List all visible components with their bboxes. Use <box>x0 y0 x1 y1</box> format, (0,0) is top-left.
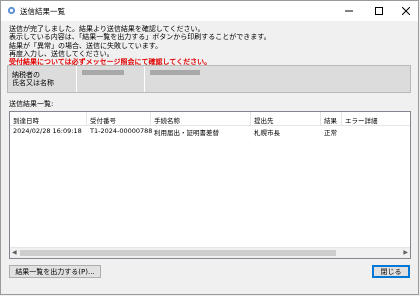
column-header[interactable]: 到達日時 <box>13 115 39 125</box>
completion-message: 送信が完了しました。結果より送信結果を確認してください。 表示している内容は、「… <box>9 25 271 66</box>
cell-datetime: 2024/02/28 16:09:18 <box>13 127 82 135</box>
scrollbar-thumb[interactable] <box>20 250 336 256</box>
close-button[interactable]: 閉じる <box>372 265 410 278</box>
column-header[interactable]: 受付番号 <box>90 115 116 125</box>
minimize-icon <box>345 10 353 12</box>
app-icon <box>7 6 16 15</box>
divider <box>144 66 145 92</box>
result-list-window: 送信結果一覧 送信が完了しました。結果より送信結果を確認してください。 表示して… <box>0 0 419 295</box>
results-listview[interactable]: 到達日時 受付番号 手続名称 提出先 結果 エラー詳細 2024/02/28 1… <box>9 111 411 259</box>
maximize-button[interactable] <box>365 1 393 21</box>
message-line: 結果が「異常」の場合、送信に失敗しています。 <box>9 41 163 50</box>
divider <box>150 112 151 125</box>
column-header[interactable]: 手続名称 <box>154 115 180 125</box>
message-line: 再度入力し、送信してください。 <box>9 49 114 58</box>
divider <box>76 66 77 92</box>
cell-receipt-no: T1-2024-00000788 <box>90 127 153 135</box>
payer-label: 納税者の 氏名又は名称 <box>12 71 54 87</box>
results-label: 送信結果一覧: <box>9 100 54 108</box>
maximize-icon <box>375 7 383 15</box>
divider <box>250 112 251 125</box>
table-row[interactable]: 2024/02/28 16:09:18 T1-2024-00000788 利用届… <box>10 126 410 137</box>
close-window-button[interactable] <box>392 1 420 21</box>
divider <box>341 112 342 125</box>
cell-procedure: 利用届出・証明書差替 <box>154 129 219 137</box>
results-header: 到達日時 受付番号 手続名称 提出先 結果 エラー詳細 <box>10 112 410 126</box>
message-line: 表示している内容は、「結果一覧を出力する」ボタンから印刷することができます。 <box>9 33 271 42</box>
divider <box>86 112 87 125</box>
masked-payer-name <box>82 70 124 75</box>
horizontal-scrollbar[interactable]: ◀ ▶ <box>10 247 410 258</box>
column-header[interactable]: 結果 <box>324 115 337 125</box>
window-title: 送信結果一覧 <box>20 7 65 16</box>
title-bar: 送信結果一覧 <box>1 1 418 21</box>
scroll-right-icon[interactable]: ▶ <box>403 249 408 256</box>
column-header[interactable]: 提出先 <box>254 115 274 125</box>
scroll-left-icon[interactable]: ◀ <box>12 249 17 256</box>
export-results-button[interactable]: 結果一覧を出力する(P)... <box>9 265 101 278</box>
cell-destination: 札幌市長 <box>254 129 280 137</box>
close-icon <box>402 7 410 15</box>
cell-result: 正常 <box>324 129 337 137</box>
minimize-button[interactable] <box>335 1 363 21</box>
masked-payer-name-2 <box>150 70 200 75</box>
divider <box>320 112 321 125</box>
payer-info-panel: 納税者の 氏名又は名称 <box>7 65 411 93</box>
column-header[interactable]: エラー詳細 <box>345 115 378 125</box>
